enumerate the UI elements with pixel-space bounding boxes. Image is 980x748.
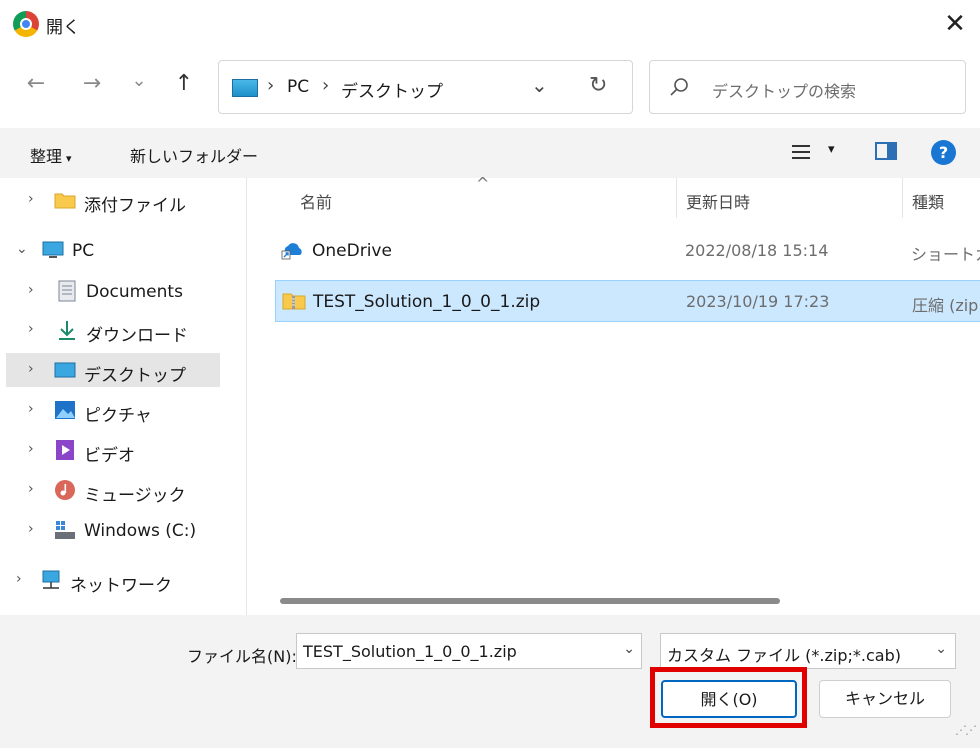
search-input[interactable]: デスクトップの検索 bbox=[649, 60, 966, 114]
resize-grip-icon[interactable]: ⋰⋰ bbox=[955, 723, 977, 737]
chevron-right-icon[interactable]: › bbox=[28, 441, 34, 457]
filename-value[interactable]: TEST_Solution_1_0_0_1.zip bbox=[303, 642, 517, 661]
chevron-right-icon[interactable]: › bbox=[16, 571, 22, 587]
file-type-select[interactable]: カスタム ファイル (*.zip;*.cab) ⌄ bbox=[660, 633, 956, 669]
file-row-test-solution-zip[interactable]: TEST_Solution_1_0_0_1.zip 2023/10/19 17:… bbox=[275, 280, 980, 322]
new-folder-button[interactable]: 新しいフォルダー bbox=[130, 143, 258, 167]
nav-item-windows-c[interactable]: › Windows (C:) bbox=[6, 513, 220, 547]
chevron-down-icon[interactable]: ⌄ bbox=[623, 641, 635, 657]
help-icon[interactable]: ? bbox=[931, 140, 956, 165]
nav-item-label: Windows (C:) bbox=[84, 521, 197, 541]
chevron-right-icon[interactable]: › bbox=[28, 401, 34, 417]
search-placeholder: デスクトップの検索 bbox=[712, 82, 857, 101]
column-header-name[interactable]: 名前 bbox=[300, 189, 332, 213]
pictures-icon bbox=[55, 401, 75, 419]
drive-icon bbox=[55, 521, 75, 539]
preview-pane-icon[interactable] bbox=[875, 142, 897, 160]
search-icon bbox=[670, 78, 688, 96]
nav-item-label: ピクチャ bbox=[84, 406, 152, 426]
title-bar: 開く ✕ bbox=[0, 0, 980, 50]
nav-item-label: デスクトップ bbox=[84, 366, 186, 386]
cancel-button[interactable]: キャンセル bbox=[819, 680, 951, 718]
chevron-right-icon[interactable]: › bbox=[28, 521, 34, 537]
zip-folder-icon bbox=[282, 293, 306, 310]
chevron-down-icon[interactable]: ⌄ bbox=[16, 241, 28, 257]
back-button[interactable]: ← bbox=[20, 71, 52, 96]
file-name: TEST_Solution_1_0_0_1.zip bbox=[313, 292, 541, 312]
desktop-location-icon bbox=[232, 79, 258, 97]
file-type: ショートカット bbox=[911, 245, 980, 264]
nav-item-downloads[interactable]: › ダウンロード bbox=[6, 313, 220, 347]
documents-icon bbox=[58, 280, 76, 302]
file-open-dialog: 開く ✕ ← → ⌄ ↑ › PC › デスクトップ ⌄ ↻ デスクトップの検索… bbox=[0, 0, 980, 748]
caret-down-icon: ▾ bbox=[66, 152, 72, 165]
folder-icon bbox=[54, 193, 76, 209]
breadcrumb-separator: › bbox=[322, 75, 330, 96]
column-divider[interactable] bbox=[676, 178, 677, 218]
command-bar: 整理 ▾ 新しいフォルダー ▾ bbox=[0, 128, 980, 178]
download-icon bbox=[59, 321, 75, 340]
breadcrumb-separator: › bbox=[267, 75, 275, 96]
nav-item-pictures[interactable]: › ピクチャ bbox=[6, 393, 220, 427]
chrome-logo-icon bbox=[13, 11, 39, 37]
nav-item-network[interactable]: › ネットワーク bbox=[6, 563, 220, 597]
organize-button[interactable]: 整理 ▾ bbox=[30, 143, 72, 167]
filename-input[interactable]: TEST_Solution_1_0_0_1.zip ⌄ bbox=[296, 633, 642, 669]
breadcrumb-desktop[interactable]: デスクトップ bbox=[341, 77, 443, 102]
chevron-down-icon[interactable]: ⌄ bbox=[935, 641, 947, 657]
address-history-dropdown[interactable]: ⌄ bbox=[531, 73, 548, 97]
breadcrumb-pc[interactable]: PC bbox=[287, 77, 309, 97]
file-modified: 2023/10/19 17:23 bbox=[686, 292, 830, 311]
up-button[interactable]: ↑ bbox=[168, 71, 200, 96]
address-bar[interactable]: › PC › デスクトップ ⌄ ↻ bbox=[218, 60, 633, 114]
nav-item-label: ビデオ bbox=[84, 446, 135, 466]
recent-locations-button[interactable]: ⌄ bbox=[123, 70, 155, 91]
column-divider[interactable] bbox=[902, 178, 903, 218]
file-name: OneDrive bbox=[312, 241, 392, 261]
nav-item-desktop[interactable]: › デスクトップ bbox=[6, 353, 220, 387]
window-title: 開く bbox=[46, 18, 80, 38]
nav-item-attachments[interactable]: › 添付ファイル bbox=[6, 183, 220, 217]
refresh-button[interactable]: ↻ bbox=[589, 73, 607, 98]
chevron-right-icon[interactable]: › bbox=[28, 282, 34, 298]
file-row-onedrive[interactable]: OneDrive 2022/08/18 15:14 ショートカット bbox=[275, 230, 980, 272]
computer-icon bbox=[42, 241, 64, 258]
close-button[interactable]: ✕ bbox=[935, 6, 975, 44]
onedrive-shortcut-icon bbox=[281, 243, 302, 260]
nav-item-label: PC bbox=[72, 241, 95, 261]
organize-label: 整理 bbox=[30, 147, 63, 166]
open-button[interactable]: 開く(O) bbox=[661, 680, 797, 718]
dialog-footer: ファイル名(N): TEST_Solution_1_0_0_1.zip ⌄ カス… bbox=[0, 615, 980, 748]
column-header-type[interactable]: 種類 bbox=[912, 189, 944, 213]
nav-item-label: 添付ファイル bbox=[84, 196, 186, 216]
chevron-right-icon[interactable]: › bbox=[28, 321, 34, 337]
file-type-value: カスタム ファイル (*.zip;*.cab) bbox=[667, 646, 901, 665]
forward-button[interactable]: → bbox=[76, 71, 108, 96]
nav-item-music[interactable]: › ミュージック bbox=[6, 473, 220, 507]
music-icon bbox=[55, 480, 75, 500]
navigation-pane: › 添付ファイル ⌄ PC › Documents › ダウンロード › デスク… bbox=[0, 178, 247, 748]
file-list: ^ 名前 更新日時 種類 OneDrive 2022/08/18 15:14 シ… bbox=[248, 174, 980, 615]
nav-item-label: Documents bbox=[86, 282, 183, 302]
chevron-right-icon[interactable]: › bbox=[28, 481, 34, 497]
nav-item-label: ネットワーク bbox=[70, 576, 172, 596]
column-header-modified[interactable]: 更新日時 bbox=[686, 189, 750, 213]
chevron-right-icon[interactable]: › bbox=[28, 191, 34, 207]
sort-ascending-icon: ^ bbox=[476, 174, 490, 193]
view-options-icon[interactable] bbox=[790, 142, 812, 162]
chevron-right-icon[interactable]: › bbox=[28, 361, 34, 377]
network-icon bbox=[42, 570, 60, 589]
filename-label: ファイル名(N): bbox=[187, 647, 297, 666]
file-modified: 2022/08/18 15:14 bbox=[685, 241, 829, 260]
nav-item-label: ダウンロード bbox=[86, 326, 188, 346]
view-dropdown-button[interactable]: ▾ bbox=[828, 142, 835, 157]
nav-item-label: ミュージック bbox=[84, 486, 186, 506]
desktop-icon bbox=[54, 362, 76, 378]
nav-item-documents[interactable]: › Documents bbox=[6, 274, 220, 308]
file-type: 圧縮 (zip bbox=[912, 296, 979, 315]
nav-item-pc[interactable]: ⌄ PC bbox=[6, 233, 220, 267]
videos-icon bbox=[56, 440, 74, 460]
file-list-horizontal-scrollbar[interactable] bbox=[280, 598, 780, 604]
nav-item-videos[interactable]: › ビデオ bbox=[6, 433, 220, 467]
